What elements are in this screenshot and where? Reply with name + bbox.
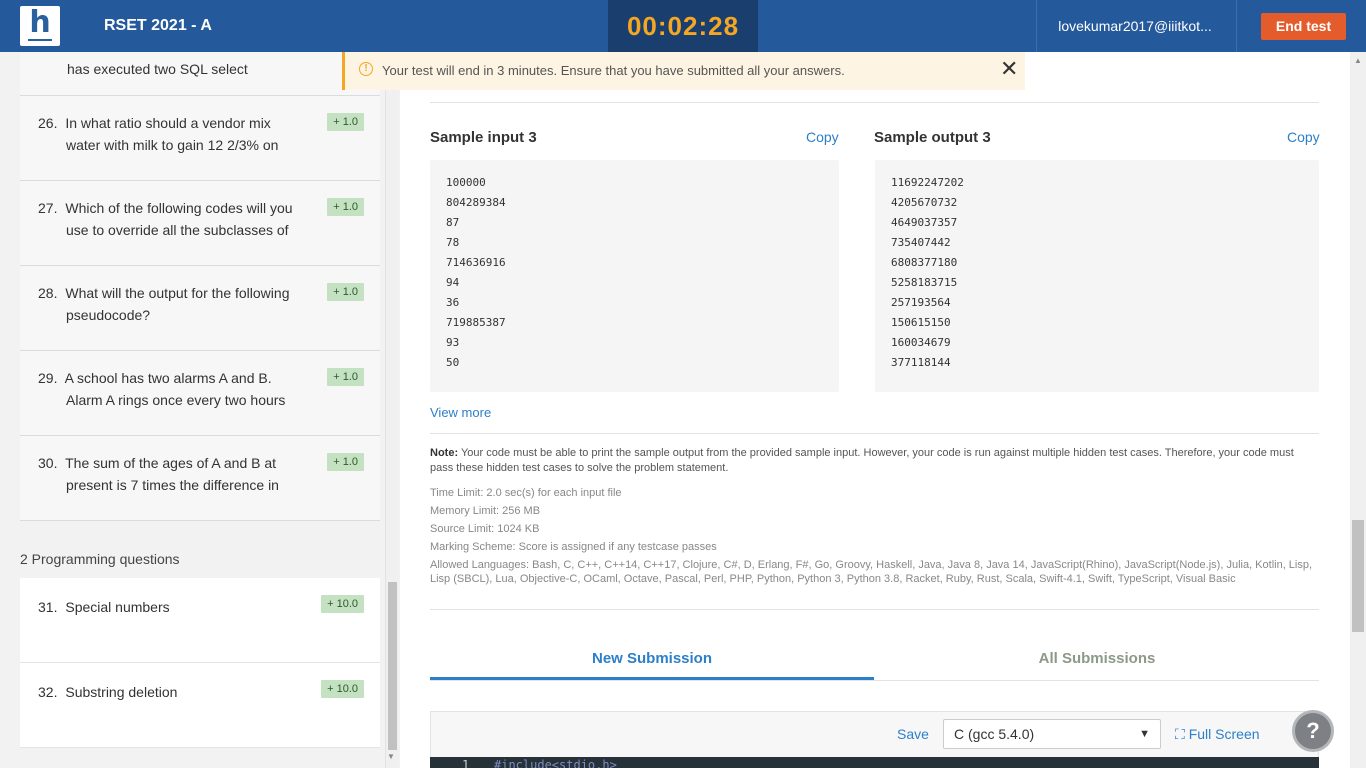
header-divider (1236, 0, 1237, 52)
note-body: Your code must be able to print the samp… (430, 447, 1294, 474)
input-line: 50 (446, 356, 460, 369)
sample-input-box: 100000 804289384 87 78 714636916 94 36 7… (430, 160, 839, 392)
score-badge: + 1.0 (327, 198, 364, 216)
output-line: 6808377180 (891, 256, 958, 269)
programming-item-31[interactable]: 31. Special numbers + 10.0 (20, 578, 380, 663)
marking-scheme: Marking Scheme: Score is assigned if any… (430, 541, 717, 553)
sidebar-scrollbar-thumb[interactable] (388, 582, 397, 750)
output-line: 5258183715 (891, 276, 958, 289)
input-line: 804289384 (446, 196, 506, 209)
input-line: 93 (446, 336, 460, 349)
score-badge: + 1.0 (327, 453, 364, 471)
score-badge: + 1.0 (327, 283, 364, 301)
sample-input-title: Sample input 3 (430, 129, 537, 146)
sample-output-box: 11692247202 4205670732 4649037357 735407… (875, 160, 1319, 392)
output-line: 11692247202 (891, 176, 964, 189)
hackerearth-logo: h (20, 6, 60, 46)
score-badge: + 1.0 (327, 113, 364, 131)
countdown-timer: 00:02:28 (608, 0, 758, 52)
question-text: 26. In what ratio should a vendor mix wa… (38, 115, 279, 153)
input-line: 94 (446, 276, 460, 289)
question-text: 31. Special numbers (38, 599, 170, 615)
question-text: 28. What will the output for the followi… (38, 285, 290, 323)
top-header: h RSET 2021 - A 00:02:28 lovekumar2017@i… (0, 0, 1366, 52)
save-button[interactable]: Save (897, 726, 929, 742)
divider (430, 433, 1319, 434)
scroll-up-arrow-icon[interactable]: ▲ (1354, 56, 1362, 65)
chevron-down-icon: ▼ (1139, 728, 1150, 740)
allowed-languages: Allowed Languages: Bash, C, C++, C++14, … (430, 559, 1313, 585)
time-limit: Time Limit: 2.0 sec(s) for each input fi… (430, 487, 622, 499)
input-line: 719885387 (446, 316, 506, 329)
output-line: 735407442 (891, 236, 951, 249)
question-item-29[interactable]: 29. A school has two alarms A and B. Ala… (20, 351, 380, 436)
question-item-30[interactable]: 30. The sum of the ages of A and B at pr… (20, 436, 380, 521)
memory-limit: Memory Limit: 256 MB (430, 505, 541, 517)
main-scrollbar-thumb[interactable] (1352, 520, 1364, 632)
question-sidebar: has executed two SQL select 26. In what … (0, 52, 400, 768)
tab-new-submission[interactable]: New Submission (430, 650, 874, 680)
toast-message: Your test will end in 3 minutes. Ensure … (382, 63, 845, 78)
question-text: 27. Which of the following codes will yo… (38, 200, 293, 238)
question-item-26[interactable]: 26. In what ratio should a vendor mix wa… (20, 96, 380, 181)
copy-input-button[interactable]: Copy (806, 129, 839, 145)
help-icon[interactable]: ? (1292, 710, 1334, 752)
programming-section-title: 2 Programming questions (20, 551, 180, 567)
question-text: 30. The sum of the ages of A and B at pr… (38, 455, 279, 493)
fullscreen-button[interactable]: ⛶ Full Screen (1175, 726, 1260, 743)
source-limit: Source Limit: 1024 KB (430, 523, 540, 535)
output-line: 4649037357 (891, 216, 958, 229)
note-label: Note: (430, 447, 459, 459)
fullscreen-label: Full Screen (1188, 726, 1260, 742)
copy-output-button[interactable]: Copy (1287, 129, 1320, 145)
tab-all-submissions[interactable]: All Submissions (875, 650, 1319, 680)
question-item-27[interactable]: 27. Which of the following codes will yo… (20, 181, 380, 266)
logo-letter: h (29, 5, 51, 40)
main-scrollbar[interactable] (1350, 52, 1366, 768)
end-test-button[interactable]: End test (1261, 13, 1346, 40)
output-line: 150615150 (891, 316, 951, 329)
output-line: 4205670732 (891, 196, 958, 209)
test-title: RSET 2021 - A (104, 17, 212, 34)
question-text: 29. A school has two alarms A and B. Ala… (38, 370, 286, 408)
input-line: 36 (446, 296, 460, 309)
score-badge: + 1.0 (327, 368, 364, 386)
input-line: 714636916 (446, 256, 506, 269)
input-line: 78 (446, 236, 460, 249)
code-line: #include<stdio.h> (494, 758, 617, 768)
output-line: 160034679 (891, 336, 951, 349)
language-select[interactable]: C (gcc 5.4.0) ▼ (943, 719, 1161, 749)
scroll-down-arrow-icon[interactable]: ▼ (387, 752, 395, 761)
user-email[interactable]: lovekumar2017@iiitkot... (1050, 0, 1220, 52)
divider (430, 609, 1319, 610)
fullscreen-icon: ⛶ (1175, 726, 1185, 742)
tabs-divider (430, 680, 1319, 681)
question-item[interactable]: has executed two SQL select (20, 52, 380, 96)
input-line: 100000 (446, 176, 486, 189)
output-line: 257193564 (891, 296, 951, 309)
score-badge: + 10.0 (321, 595, 364, 613)
code-editor[interactable]: 1 #include<stdio.h> (430, 757, 1319, 768)
language-select-value: C (gcc 5.4.0) (954, 726, 1035, 742)
note-text: Note: Your code must be able to print th… (430, 446, 1310, 476)
question-item-28[interactable]: 28. What will the output for the followi… (20, 266, 380, 351)
warning-icon: ! (359, 62, 373, 76)
line-number: 1 (462, 758, 470, 768)
question-text: 32. Substring deletion (38, 684, 178, 700)
problem-panel: Sample input 3 Copy Sample output 3 Copy… (400, 52, 1350, 768)
view-more-link[interactable]: View more (430, 405, 491, 420)
output-line: 377118144 (891, 356, 951, 369)
close-icon[interactable]: ✕ (1000, 58, 1018, 80)
header-divider (1036, 0, 1037, 52)
question-text: has executed two SQL select (67, 61, 248, 77)
score-badge: + 10.0 (321, 680, 364, 698)
divider (430, 102, 1319, 103)
sample-output-title: Sample output 3 (874, 129, 991, 146)
programming-item-32[interactable]: 32. Substring deletion + 10.0 (20, 663, 380, 748)
time-warning-toast: ! Your test will end in 3 minutes. Ensur… (342, 52, 1025, 90)
input-line: 87 (446, 216, 460, 229)
problem-content: Sample input 3 Copy Sample output 3 Copy… (430, 52, 1326, 768)
